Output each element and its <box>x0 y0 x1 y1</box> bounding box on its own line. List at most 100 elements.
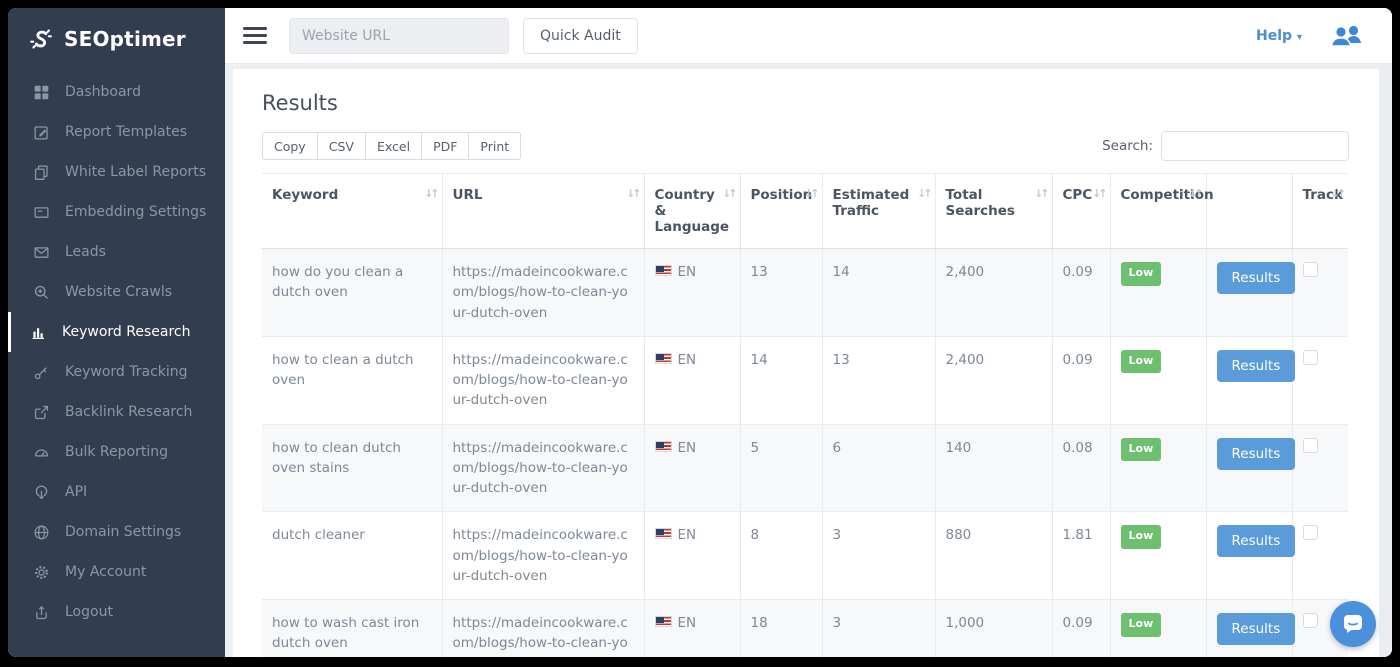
track-checkbox[interactable] <box>1303 438 1318 453</box>
country-cell: EN <box>644 600 740 658</box>
search-input[interactable] <box>1161 131 1349 161</box>
table-controls: Copy CSV Excel PDF Print Search: <box>262 131 1349 161</box>
domain-settings-icon <box>32 523 50 541</box>
url-cell[interactable]: https://madeincookware.com/blogs/how-to-… <box>442 512 644 600</box>
competition-cell: Low <box>1110 249 1206 337</box>
account-users-icon[interactable] <box>1328 23 1364 49</box>
table-row: how to clean dutch oven stains https://m… <box>262 424 1348 512</box>
sidebar-item-label: Logout <box>65 604 113 620</box>
brand-logo[interactable]: SEOptimer <box>8 8 225 66</box>
api-icon <box>32 483 50 501</box>
sidebar-item-label: Website Crawls <box>65 284 172 300</box>
sidebar-item-website-crawls[interactable]: Website Crawls <box>8 272 225 312</box>
header-total-searches[interactable]: Total Searches↓↑ <box>935 174 1052 249</box>
results-button[interactable]: Results <box>1217 525 1296 557</box>
url-cell[interactable]: https://madeincookware.com/blogs/how-to-… <box>442 600 644 658</box>
chat-bubble-button[interactable] <box>1330 601 1376 647</box>
total-searches-cell: 2,400 <box>935 249 1052 337</box>
sidebar-item-dashboard[interactable]: Dashboard <box>8 72 225 112</box>
header-country-language[interactable]: Country & Language↓↑ <box>644 174 740 249</box>
keyword-research-icon <box>29 323 47 341</box>
leads-icon <box>32 243 50 261</box>
url-cell[interactable]: https://madeincookware.com/blogs/how-to-… <box>442 336 644 424</box>
cpc-cell: 0.09 <box>1052 600 1110 658</box>
sidebar-item-bulk-reporting[interactable]: Bulk Reporting <box>8 432 225 472</box>
header-keyword[interactable]: Keyword↓↑ <box>262 174 442 249</box>
sort-icon: ↓↑ <box>626 187 638 200</box>
topbar: Quick Audit Help ▾ <box>225 8 1392 64</box>
sidebar-item-leads[interactable]: Leads <box>8 232 225 272</box>
website-crawls-icon <box>32 283 50 301</box>
vertical-scrollbar[interactable] <box>1379 64 1392 657</box>
sidebar-item-api[interactable]: API <box>8 472 225 512</box>
results-button[interactable]: Results <box>1217 262 1296 294</box>
sort-icon: ↓↑ <box>1034 187 1046 200</box>
csv-button[interactable]: CSV <box>318 132 366 160</box>
url-cell[interactable]: https://madeincookware.com/blogs/how-to-… <box>442 249 644 337</box>
header-url[interactable]: URL↓↑ <box>442 174 644 249</box>
results-button[interactable]: Results <box>1217 613 1296 645</box>
quick-audit-button[interactable]: Quick Audit <box>523 18 638 54</box>
track-checkbox[interactable] <box>1303 262 1318 277</box>
keyword-cell: how to clean a dutch oven <box>262 336 442 424</box>
url-cell[interactable]: https://madeincookware.com/blogs/how-to-… <box>442 424 644 512</box>
header-track[interactable]: Track↓↑ <box>1292 174 1348 249</box>
print-button[interactable]: Print <box>469 132 521 160</box>
excel-button[interactable]: Excel <box>366 132 422 160</box>
country-cell: EN <box>644 249 740 337</box>
sidebar-nav: Dashboard Report Templates White Label R… <box>8 72 225 632</box>
sidebar-item-label: Backlink Research <box>65 404 192 420</box>
track-cell <box>1292 249 1348 337</box>
sidebar-item-label: White Label Reports <box>65 164 206 180</box>
keyword-tracking-icon <box>32 363 50 381</box>
us-flag-icon <box>655 441 672 452</box>
sidebar-item-label: Domain Settings <box>65 524 181 540</box>
track-checkbox[interactable] <box>1303 525 1318 540</box>
competition-badge: Low <box>1121 438 1162 462</box>
header-action <box>1206 174 1292 249</box>
cpc-cell: 0.08 <box>1052 424 1110 512</box>
track-checkbox[interactable] <box>1303 350 1318 365</box>
keyword-cell: how do you clean a dutch oven <box>262 249 442 337</box>
action-cell: Results <box>1206 512 1292 600</box>
estimated-traffic-cell: 3 <box>822 512 935 600</box>
sidebar-item-embedding-settings[interactable]: Embedding Settings <box>8 192 225 232</box>
header-estimated-traffic[interactable]: Estimated Traffic↓↑ <box>822 174 935 249</box>
results-table: Keyword↓↑ URL↓↑ Country & Language↓↑ Pos… <box>262 173 1348 657</box>
action-cell: Results <box>1206 336 1292 424</box>
position-cell: 18 <box>740 600 822 658</box>
estimated-traffic-cell: 6 <box>822 424 935 512</box>
position-cell: 14 <box>740 336 822 424</box>
sidebar-item-white-label-reports[interactable]: White Label Reports <box>8 152 225 192</box>
copy-button[interactable]: Copy <box>262 132 318 160</box>
cpc-cell: 0.09 <box>1052 336 1110 424</box>
track-checkbox[interactable] <box>1303 613 1318 628</box>
header-cpc[interactable]: CPC↓↑ <box>1052 174 1110 249</box>
menu-toggle-icon[interactable] <box>243 23 267 48</box>
results-button[interactable]: Results <box>1217 350 1296 382</box>
sidebar-item-report-templates[interactable]: Report Templates <box>8 112 225 152</box>
sidebar-item-label: Keyword Tracking <box>65 364 188 380</box>
cpc-cell: 0.09 <box>1052 249 1110 337</box>
sidebar-item-domain-settings[interactable]: Domain Settings <box>8 512 225 552</box>
competition-badge: Low <box>1121 262 1162 286</box>
header-position[interactable]: Position↓↑ <box>740 174 822 249</box>
sidebar-item-logout[interactable]: Logout <box>8 592 225 632</box>
pdf-button[interactable]: PDF <box>422 132 469 160</box>
results-panel: Results Copy CSV Excel PDF Print Search: <box>233 69 1379 657</box>
keyword-cell: how to wash cast iron dutch oven <box>262 600 442 658</box>
results-button[interactable]: Results <box>1217 438 1296 470</box>
sidebar-item-label: Report Templates <box>65 124 187 140</box>
keyword-cell: dutch cleaner <box>262 512 442 600</box>
sidebar-item-keyword-research[interactable]: Keyword Research <box>8 312 225 352</box>
sidebar-item-label: Leads <box>65 244 106 260</box>
sidebar-item-my-account[interactable]: My Account <box>8 552 225 592</box>
sidebar-item-keyword-tracking[interactable]: Keyword Tracking <box>8 352 225 392</box>
header-competition[interactable]: Competition↓↑ <box>1110 174 1206 249</box>
country-cell: EN <box>644 512 740 600</box>
sidebar-item-backlink-research[interactable]: Backlink Research <box>8 392 225 432</box>
website-url-input[interactable] <box>289 18 509 54</box>
table-row: how to wash cast iron dutch oven https:/… <box>262 600 1348 658</box>
help-dropdown[interactable]: Help ▾ <box>1256 28 1302 44</box>
app-window: SEOptimer Dashboard Report Templates Whi… <box>8 8 1392 657</box>
